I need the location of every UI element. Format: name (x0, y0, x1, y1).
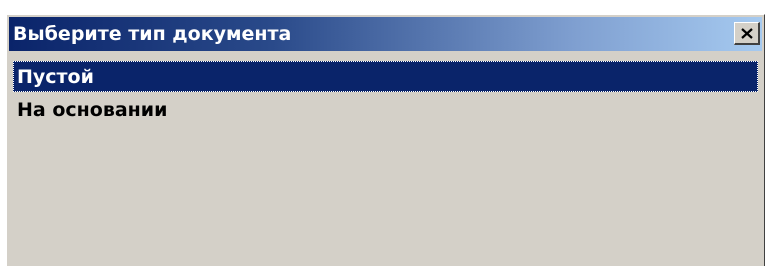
window-title: Выберите тип документа (13, 23, 292, 45)
close-icon (740, 27, 753, 39)
list-item-label: Пустой (17, 65, 94, 88)
list-item-label: На основании (17, 98, 168, 121)
list-item-based-on[interactable]: На основании (13, 94, 758, 125)
close-button[interactable] (734, 22, 760, 45)
document-type-list[interactable]: Пустой На основании (13, 61, 758, 266)
title-bar[interactable]: Выберите тип документа (9, 17, 762, 51)
list-item-empty[interactable]: Пустой (13, 61, 758, 92)
select-document-type-dialog: Выберите тип документа Пустой На основан… (6, 14, 765, 266)
